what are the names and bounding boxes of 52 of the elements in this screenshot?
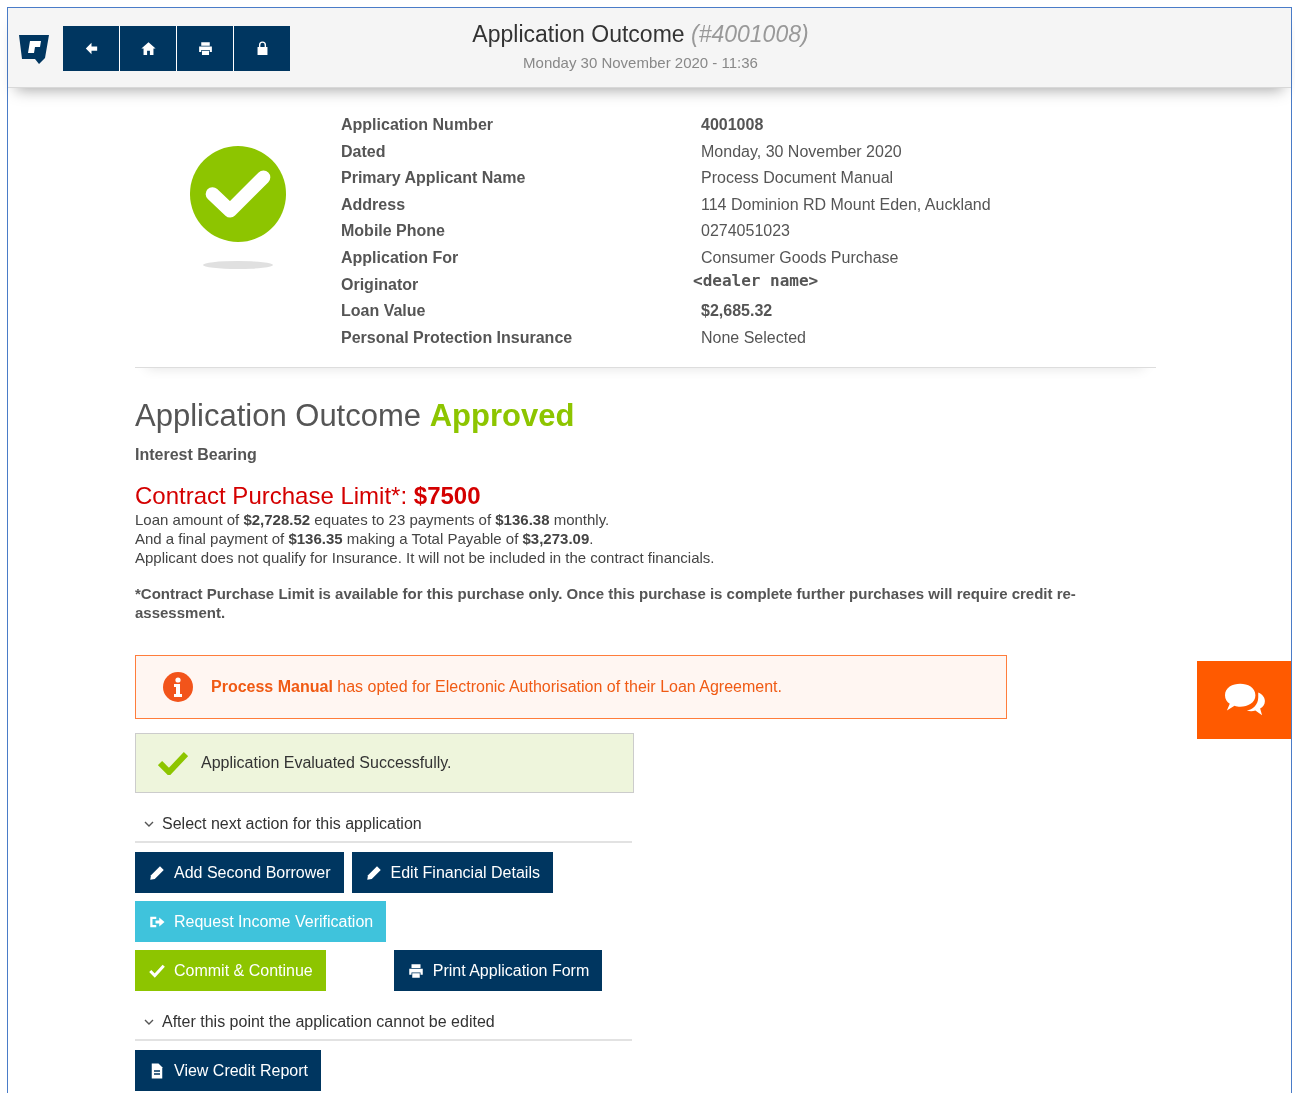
field-value: <dealer name> [693, 269, 820, 292]
page-title: Application Outcome [472, 21, 685, 47]
home-icon [139, 40, 157, 57]
field-label: Personal Protection Insurance [341, 327, 574, 348]
action-button[interactable]: Print Application Form [393, 950, 603, 992]
field-value: None Selected [701, 327, 807, 348]
field-value: 4001008 [701, 115, 765, 135]
check-circle-icon [189, 145, 287, 243]
field-label: Dated [341, 141, 387, 162]
outcome-status: Approved [429, 398, 575, 434]
home-button[interactable] [120, 26, 176, 71]
field-value: Consumer Goods Purchase [701, 247, 900, 268]
action-button[interactable]: Edit Financial Details [351, 852, 553, 894]
action-button[interactable]: Add Second Borrower [135, 852, 344, 894]
field-label: Application Number [341, 115, 494, 135]
field-label: Loan Value [341, 301, 427, 322]
info-icon [162, 671, 194, 704]
section-toggle[interactable]: After this point the application cannot be edited [135, 1005, 632, 1042]
limit-footnote: *Contract Purchase Limit is available for this purchase only. Once this purchase is complete further purchases will require credit re-assessment. [135, 584, 1077, 623]
field-value: Process Document Manual [701, 168, 895, 189]
check-icon [158, 751, 188, 776]
field-label: Address [341, 194, 407, 215]
chevron-down-icon [144, 1019, 154, 1026]
field-label: Mobile Phone [341, 221, 446, 242]
alert-message: Process Manual has opted for Electronic Authorisation of their Loan Agreement. [211, 678, 782, 697]
page-subtitle: Monday 30 November 2020 - 11:36 [522, 54, 759, 71]
arrow-left-button[interactable] [63, 26, 119, 71]
loan-summary-text: Applicant does not qualify for Insurance. It will not be included in the contract financials. [135, 548, 716, 568]
print-icon [406, 961, 425, 980]
loan-summary-text: And a final payment of $136.35 making a Total Payable of $3,273.09. [135, 529, 595, 549]
field-value: $2,685.32 [701, 301, 774, 322]
outcome-heading: Application Outcome [135, 398, 422, 434]
action-button[interactable]: View Credit Report [135, 1050, 321, 1092]
field-value: 0274051023 [701, 221, 791, 242]
success-message: Application Evaluated Successfully. [201, 754, 452, 773]
lock-button[interactable] [234, 26, 290, 71]
loan-summary-text: Loan amount of $2,728.52 equates to 23 payments of $136.38 monthly. [135, 510, 611, 530]
chat-button[interactable] [1197, 661, 1291, 739]
field-label: Application For [341, 247, 460, 268]
purchase-limit: Contract Purchase Limit*: $7500 [135, 482, 482, 511]
chevron-down-icon [144, 821, 154, 828]
field-value: Monday, 30 November 2020 [701, 141, 903, 162]
section-heading: After this point the application cannot be edited [162, 1013, 495, 1032]
section-heading: Select next action for this application [162, 815, 422, 834]
loan-type: Interest Bearing [135, 446, 258, 465]
field-label: Primary Applicant Name [341, 168, 527, 189]
field-value: 114 Dominion RD Mount Eden, Auckland [701, 194, 991, 215]
application-reference: (#4001008) [691, 21, 809, 47]
print-icon [196, 40, 214, 57]
icon-shadow [203, 261, 273, 269]
print-button[interactable] [177, 26, 233, 71]
section-toggle[interactable]: Select next action for this application [135, 807, 632, 844]
